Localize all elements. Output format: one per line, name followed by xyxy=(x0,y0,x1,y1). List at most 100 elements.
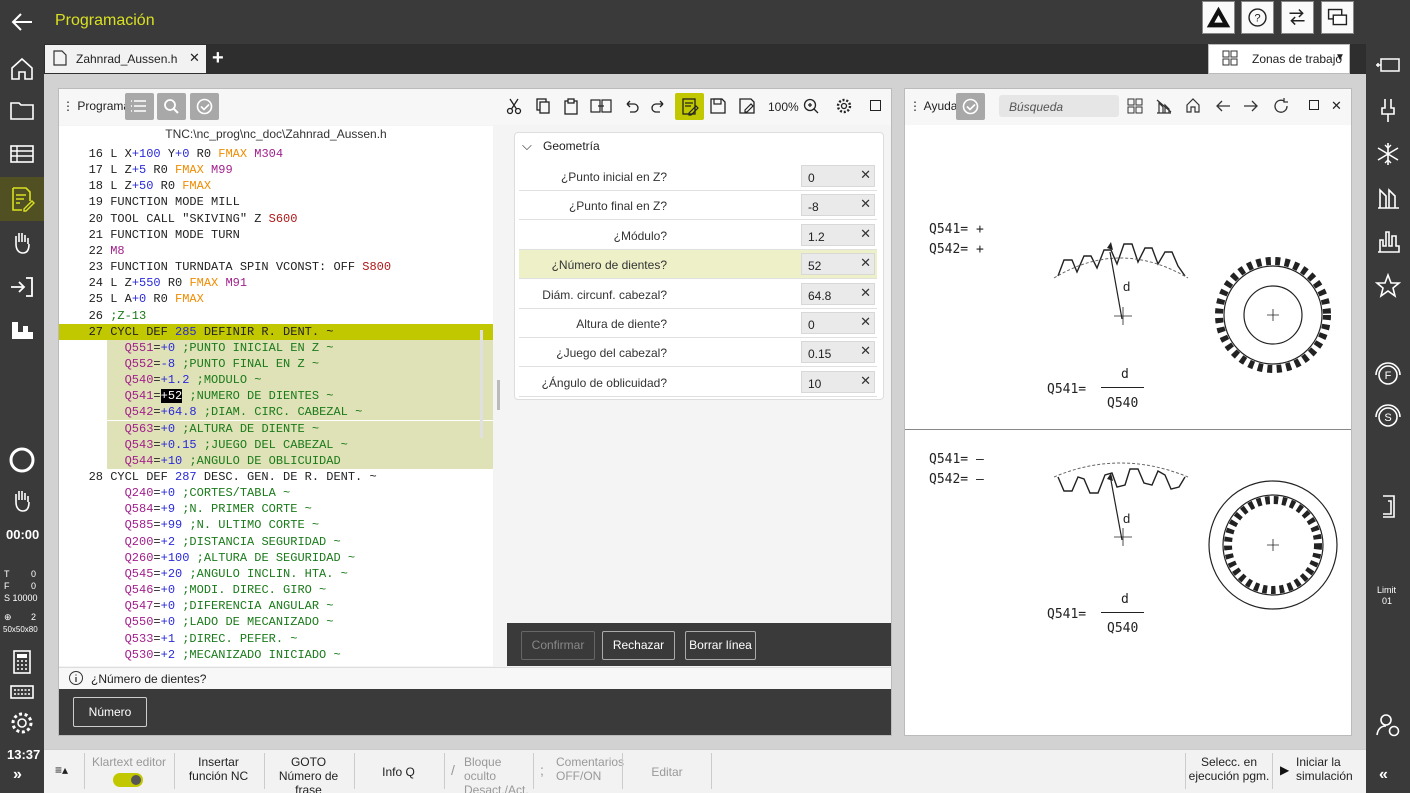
code-line[interactable]: 17 L Z+5 R0 FMAX M99 xyxy=(59,162,493,178)
code-param-line[interactable]: Q541=+52 ;NUMERO DE DIENTES ~ xyxy=(59,388,493,405)
code-line[interactable]: 20 TOOL CALL "SKIVING" Z S600 xyxy=(59,211,493,227)
code-line[interactable]: 26 ;Z-13 xyxy=(59,308,493,324)
code-param-line[interactable]: Q563=+0 ;ALTURA DE DIENTE ~ xyxy=(59,420,493,437)
folder-icon[interactable] xyxy=(6,94,38,126)
expand-icon[interactable]: » xyxy=(13,766,22,784)
code-param-line[interactable]: Q551=+0 ;PUNTO INICIAL EN Z ~ xyxy=(59,339,493,356)
refresh-icon[interactable] xyxy=(1272,97,1290,115)
undo-icon[interactable] xyxy=(622,97,640,115)
menu-icon[interactable]: ≡▴ xyxy=(55,763,68,777)
softkey-select-run[interactable]: Selecc. en ejecución pgm. xyxy=(1187,755,1271,789)
klartext-toggle[interactable] xyxy=(113,773,143,787)
softkey-comments[interactable]: Comentarios OFF/ON xyxy=(556,755,624,789)
code-editor[interactable]: 16 L X+100 Y+0 R0 FMAX M304 17 L Z+5 R0 F… xyxy=(59,126,493,666)
feed-override-icon[interactable]: F xyxy=(1372,358,1404,390)
paste-icon[interactable] xyxy=(562,97,580,115)
clear-icon[interactable]: ✕ xyxy=(860,343,871,359)
warning-triangle-icon[interactable] xyxy=(1202,1,1235,34)
settings-icon[interactable] xyxy=(835,97,853,115)
code-line[interactable]: 28 CYCL DEF 287 DESC. GEN. DE R. DENT. ~ xyxy=(59,469,493,485)
insert-block-icon[interactable] xyxy=(589,97,613,115)
cut-icon[interactable] xyxy=(505,97,523,115)
code-param-line[interactable]: Q544=+10 ;ANGULO DE OBLICUIDAD xyxy=(59,452,493,469)
code-param-line[interactable]: Q585=+99 ;N. ULTIMO CORTE ~ xyxy=(59,517,493,533)
clear-icon[interactable]: ✕ xyxy=(860,373,871,389)
reject-button[interactable]: Rechazar xyxy=(602,631,675,660)
zoom-icon[interactable] xyxy=(802,97,820,115)
door-icon[interactable] xyxy=(1372,490,1404,522)
editor-mode-icon[interactable] xyxy=(675,93,704,120)
help-icon[interactable]: ? xyxy=(1241,1,1274,34)
transfer-icon[interactable] xyxy=(1281,1,1314,34)
softkey-goto[interactable]: GOTO Número de frase xyxy=(266,755,351,793)
softkey-start-sim[interactable]: Iniciar la simulación xyxy=(1296,755,1362,789)
split-handle[interactable] xyxy=(497,380,500,410)
user-icon[interactable] xyxy=(1372,708,1404,740)
code-line[interactable]: 23 FUNCTION TURNDATA SPIN VCONST: OFF S8… xyxy=(59,259,493,275)
redo-icon[interactable] xyxy=(650,97,668,115)
back-arrow-icon[interactable] xyxy=(8,8,36,36)
softkey-insert-nc[interactable]: Insertar función NC xyxy=(176,755,261,789)
clear-icon[interactable]: ✕ xyxy=(860,314,871,330)
maximize-icon[interactable] xyxy=(870,100,881,111)
windows-icon[interactable] xyxy=(1321,1,1354,34)
code-param-line[interactable]: Q530=+2 ;MECANIZADO INICIADO ~ xyxy=(59,647,493,663)
code-line[interactable]: 22 M8 xyxy=(59,243,493,259)
table-icon[interactable] xyxy=(6,138,38,170)
code-line[interactable]: 25 L A+0 R0 FMAX xyxy=(59,291,493,307)
collapse-icon[interactable]: « xyxy=(1379,766,1388,784)
help-check-icon[interactable] xyxy=(956,93,985,120)
home-icon[interactable] xyxy=(6,52,38,84)
code-param-line[interactable]: Q240=+0 ;CORTES/TABLA ~ xyxy=(59,485,493,501)
run-program-icon[interactable] xyxy=(6,271,38,303)
code-param-line[interactable]: Q260=+100 ;ALTURA DE SEGURIDAD ~ xyxy=(59,550,493,566)
code-line[interactable]: 27 CYCL DEF 285 DEFINIR R. DENT. ~ xyxy=(59,323,493,340)
code-param-line[interactable]: Q550=+0 ;LADO DE MECANIZADO ~ xyxy=(59,614,493,630)
clear-icon[interactable]: ✕ xyxy=(860,255,871,271)
favorites-star-icon[interactable] xyxy=(1372,270,1404,302)
add-tab-icon[interactable]: + xyxy=(212,47,224,70)
machine-icon[interactable] xyxy=(6,314,38,346)
settings-gear-icon[interactable] xyxy=(6,707,38,739)
calculator-icon[interactable] xyxy=(6,646,38,678)
code-param-line[interactable]: Q552=-8 ;PUNTO FINAL EN Z ~ xyxy=(59,355,493,372)
code-line[interactable]: 19 FUNCTION MODE MILL xyxy=(59,194,493,210)
forward-nav-icon[interactable] xyxy=(1242,98,1260,114)
search-icon[interactable] xyxy=(157,93,186,120)
clear-icon[interactable]: ✕ xyxy=(860,285,871,301)
code-param-line[interactable]: Q540=+1.2 ;MODULO ~ xyxy=(59,372,493,389)
grid-icon[interactable] xyxy=(1127,98,1143,114)
code-param-line[interactable]: Q542=+64.8 ;DIAM. CIRC. CABEZAL ~ xyxy=(59,404,493,421)
tool-icon[interactable] xyxy=(1372,94,1404,126)
fixture-icon[interactable] xyxy=(1372,226,1404,258)
delete-line-button[interactable]: Borrar línea xyxy=(685,631,756,660)
number-button[interactable]: Número xyxy=(73,697,147,727)
save-as-icon[interactable] xyxy=(738,97,756,115)
code-param-line[interactable]: Q543=+0.15 ;JUEGO DEL CABEZAL ~ xyxy=(59,436,493,453)
code-param-line[interactable]: Q546=+0 ;MODI. DIREC. GIRO ~ xyxy=(59,582,493,598)
help-home-icon[interactable] xyxy=(1185,97,1201,113)
clear-icon[interactable]: ✕ xyxy=(860,167,871,183)
edit-program-icon[interactable] xyxy=(6,183,38,215)
spindle-icon[interactable] xyxy=(1372,182,1404,214)
code-scrollbar[interactable] xyxy=(480,330,483,438)
check-icon[interactable] xyxy=(190,93,219,120)
help-close-icon[interactable]: ✕ xyxy=(1331,98,1342,114)
help-maximize-icon[interactable] xyxy=(1309,100,1319,110)
code-param-line[interactable]: Q547=+0 ;DIFERENCIA ANGULAR ~ xyxy=(59,598,493,614)
coolant-snowflake-icon[interactable] xyxy=(1372,138,1404,170)
copy-icon[interactable] xyxy=(534,97,552,115)
code-param-line[interactable]: Q584=+9 ;N. PRIMER CORTE ~ xyxy=(59,501,493,517)
spindle-override-icon[interactable]: S xyxy=(1372,400,1404,432)
code-param-line[interactable]: Q533=+1 ;DIREC. PEFER. ~ xyxy=(59,631,493,647)
code-line[interactable]: 16 L X+100 Y+0 R0 FMAX M304 xyxy=(59,146,493,162)
code-param-line[interactable]: Q545=+20 ;ANGULO INCLIN. HTA. ~ xyxy=(59,566,493,582)
help-search-input[interactable]: Búsqueda xyxy=(999,95,1119,117)
clear-icon[interactable]: ✕ xyxy=(860,196,871,212)
softkey-editar[interactable]: Editar xyxy=(624,765,710,793)
save-icon[interactable] xyxy=(709,97,727,115)
code-param-line[interactable]: Q200=+2 ;DISTANCIA SEGURIDAD ~ xyxy=(59,534,493,550)
code-line[interactable]: 18 L Z+50 R0 FMAX xyxy=(59,178,493,194)
back-nav-icon[interactable] xyxy=(1214,98,1232,114)
confirm-button[interactable]: Confirmar xyxy=(521,631,595,660)
